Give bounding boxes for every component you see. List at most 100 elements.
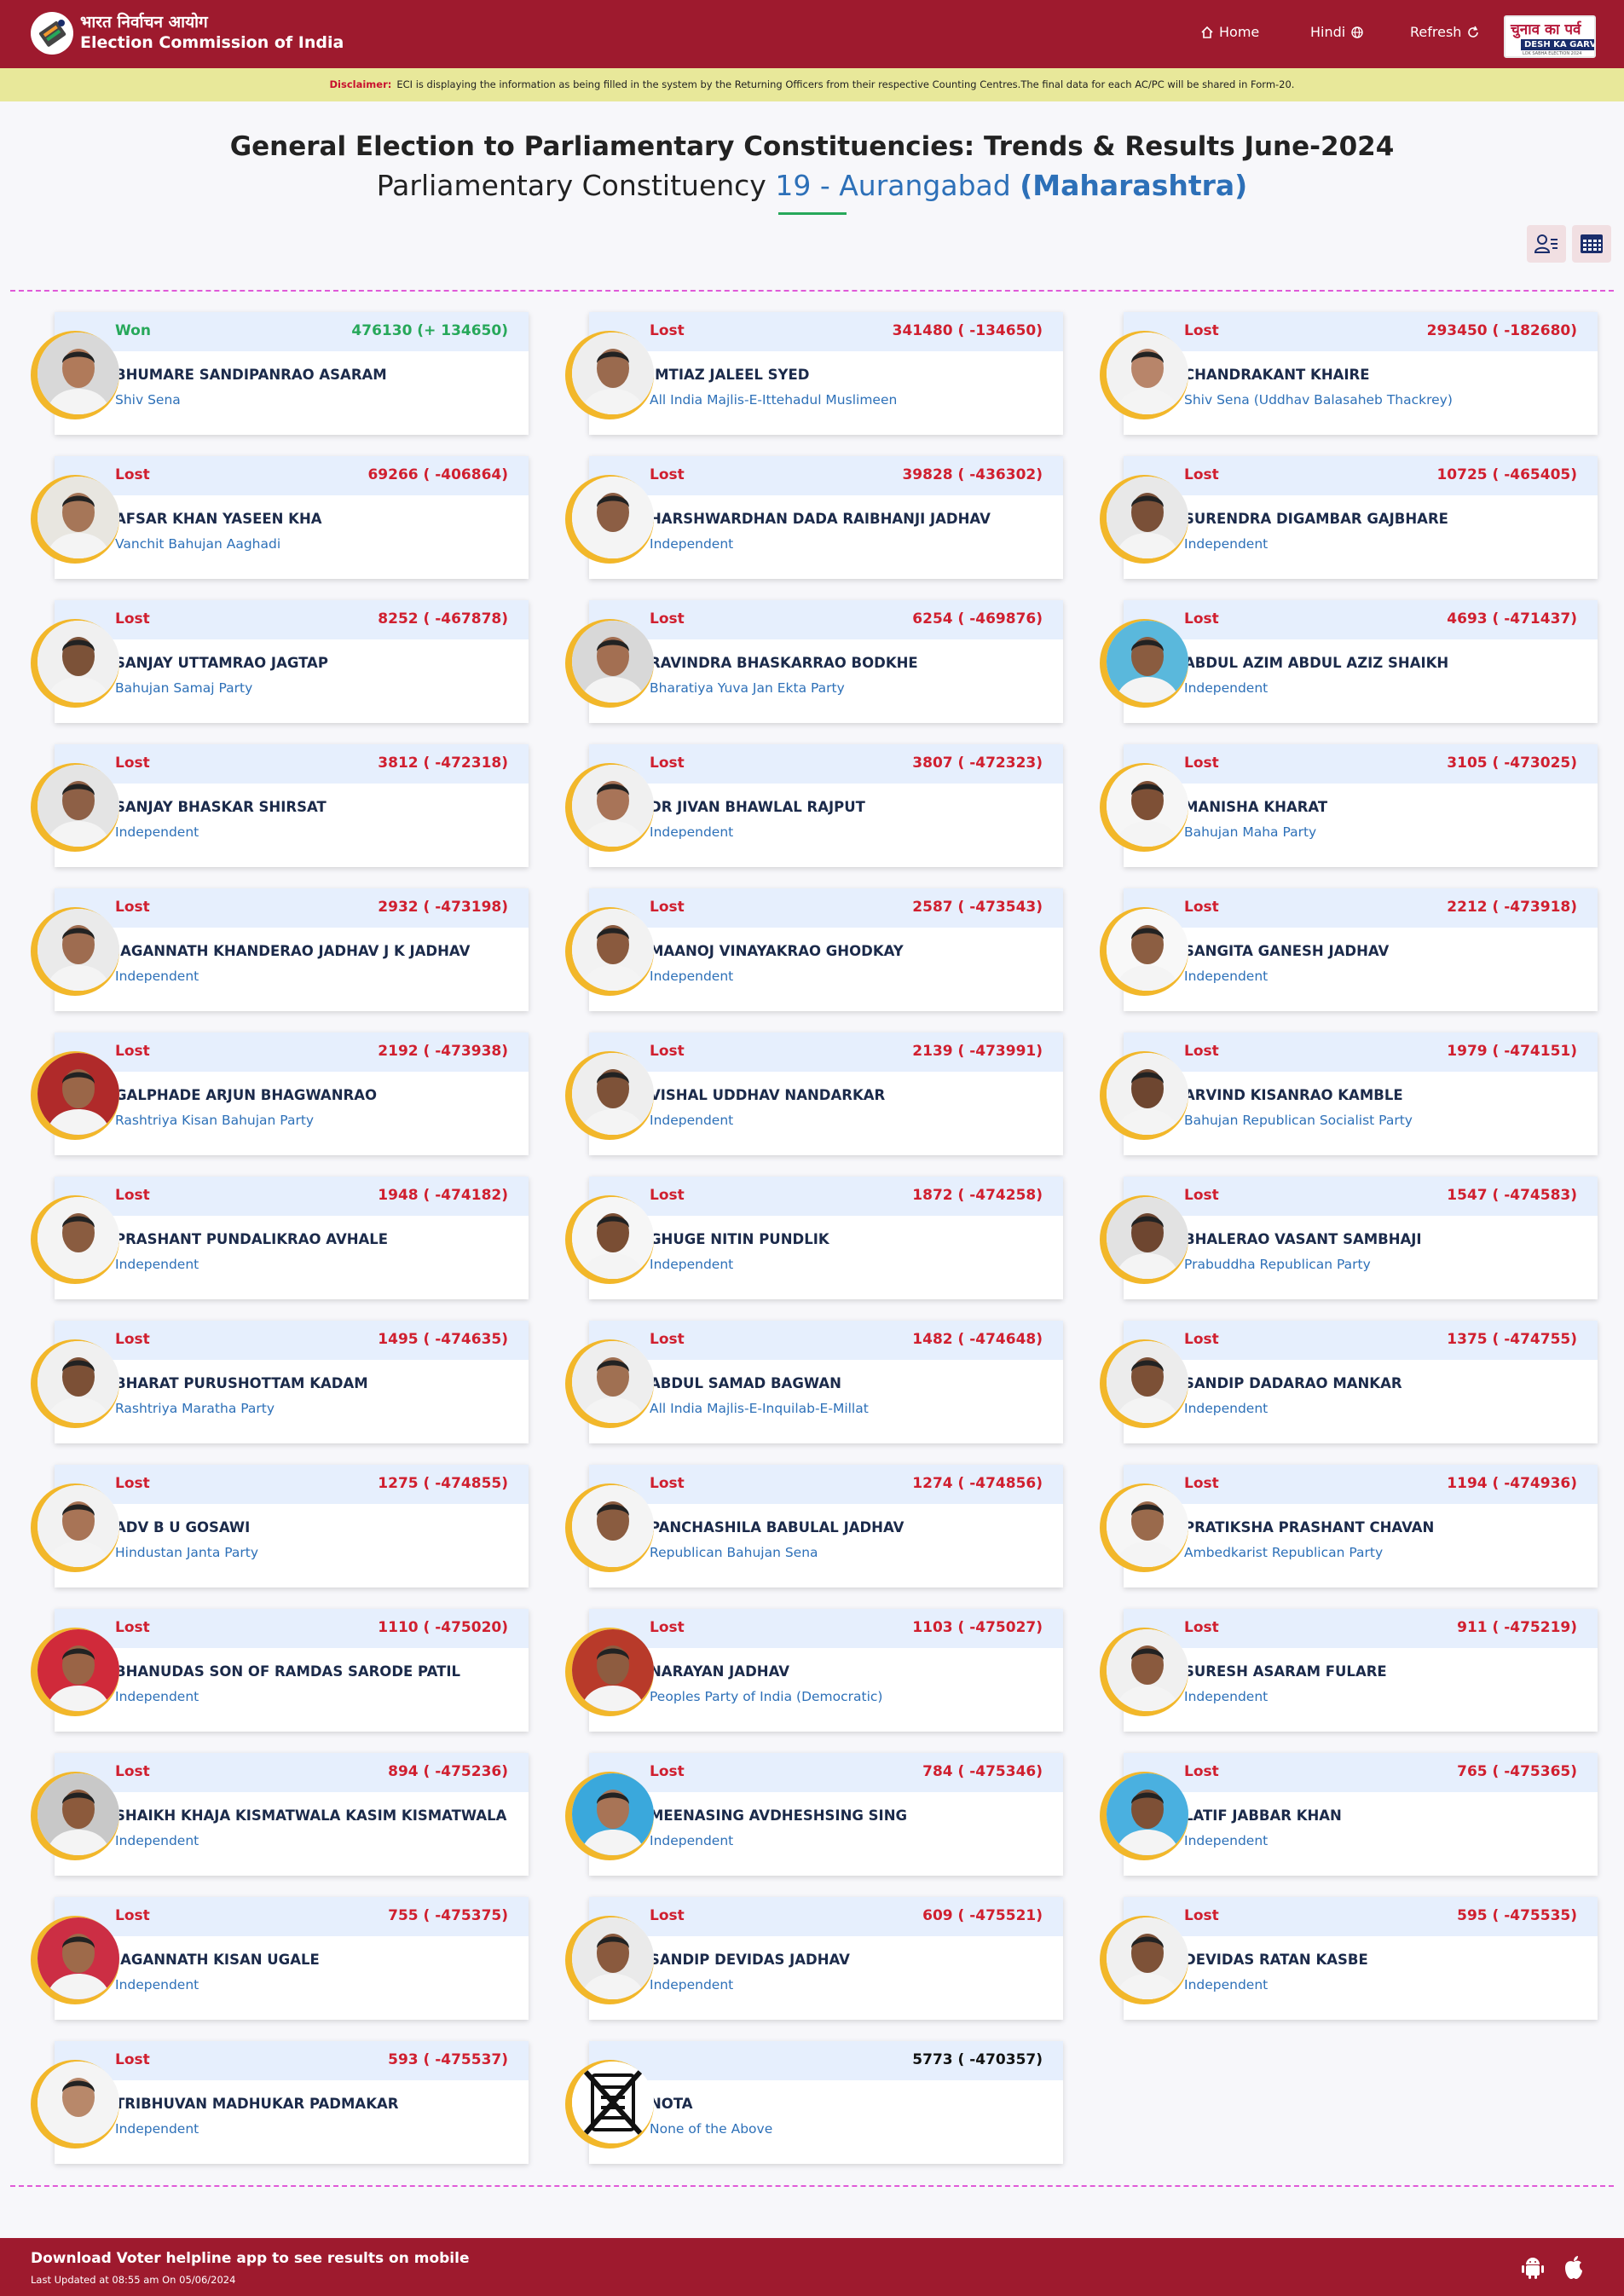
divider (10, 2185, 1614, 2187)
candidate-photo (38, 621, 119, 703)
candidate-photo (1107, 909, 1188, 991)
android-icon[interactable] (1519, 2253, 1546, 2281)
candidate-card[interactable]: Lost 3807 ( -472323) DR JIVAN BHAWLAL RAJP… (550, 744, 1068, 867)
candidate-card[interactable]: Lost 1103 ( -475027) NARAYAN JADHAV Peoples… (550, 1609, 1068, 1732)
party-name: Independent (1184, 1977, 1269, 1992)
candidate-photo (38, 1053, 119, 1135)
candidate-card[interactable]: Won 476130 (+ 134650) BHUMARE SANDIPANRAO … (15, 312, 534, 435)
candidate-view-button[interactable] (1527, 225, 1566, 263)
divider (10, 290, 1614, 292)
footer: Download Voter helpline app to see resul… (0, 2238, 1624, 2296)
candidate-card-body: Lost 3105 ( -473025) MANISHA KHARAT Bahujan… (1124, 744, 1598, 867)
nav-hindi-label: Hindi (1310, 24, 1346, 40)
candidate-card[interactable]: Lost 39828 ( -436302) HARSHWARDHAN DADA RA… (550, 456, 1068, 579)
candidate-card[interactable]: Lost 1872 ( -474258) GHUGE NITIN PUNDLIK In… (550, 1177, 1068, 1299)
campaign-hindi: चुनाव का पर्व (1511, 21, 1581, 38)
candidate-card[interactable]: Lost 1274 ( -474856) PANCHASHILA BABULAL J… (550, 1465, 1068, 1588)
candidate-name: VISHAL UDDHAV NANDARKAR (650, 1087, 886, 1103)
brand-title[interactable]: भारत निर्वाचन आयोग Election Commission o… (80, 12, 344, 53)
candidate-card[interactable]: Lost 341480 ( -134650) IMTIAZ JALEEL SYED A… (550, 312, 1068, 435)
candidate-card-body: Lost 341480 ( -134650) IMTIAZ JALEEL SYED A… (589, 312, 1063, 435)
result-status: Lost (115, 1331, 150, 1348)
candidate-name: TRIBHUVAN MADHUKAR PADMAKAR (115, 2096, 399, 2112)
candidate-card-body: Lost 595 ( -475535) DEVIDAS RATAN KASBE Ind… (1124, 1897, 1598, 2020)
candidate-card[interactable]: Lost 765 ( -475365) LATIF JABBAR KHAN Indep… (1084, 1753, 1603, 1876)
candidate-card[interactable]: Lost 1375 ( -474755) SANDIP DADARAO MANKAR… (1084, 1321, 1603, 1443)
candidate-card[interactable]: Lost 293450 ( -182680) CHANDRAKANT KHAIRE S… (1084, 312, 1603, 435)
candidate-card[interactable]: Lost 1482 ( -474648) ABDUL SAMAD BAGWAN All… (550, 1321, 1068, 1443)
candidate-photo (1107, 477, 1188, 558)
party-name: Independent (1184, 536, 1269, 552)
desh-ka-garv-logo[interactable]: चुनाव का पर्व DESH KA GARV LOK SABHA ELE… (1504, 15, 1596, 58)
result-status: Lost (115, 755, 150, 772)
candidate-card[interactable]: Lost 2932 ( -473198) JAGANNATH KHANDERAO J… (15, 888, 534, 1011)
vote-count: 10725 ( -465405) (1436, 466, 1577, 483)
candidate-card[interactable]: Lost 911 ( -475219) SURESH ASARAM FULARE In… (1084, 1609, 1603, 1732)
vote-count: 341480 ( -134650) (892, 322, 1043, 339)
vote-count: 476130 (+ 134650) (351, 322, 508, 339)
apple-icon[interactable] (1560, 2253, 1587, 2281)
candidate-name: SANGITA GANESH JADHAV (1184, 943, 1390, 959)
candidate-photo (1107, 1197, 1188, 1279)
vote-count: 1110 ( -475020) (378, 1619, 508, 1636)
candidate-card[interactable]: Lost 6254 ( -469876) RAVINDRA BHASKARRAO B… (550, 600, 1068, 723)
eci-logo[interactable] (29, 10, 75, 56)
candidate-photo (38, 1629, 119, 1711)
candidate-card[interactable]: Lost 593 ( -475537) TRIBHUVAN MADHUKAR PAD… (15, 2041, 534, 2164)
candidate-card[interactable]: Lost 755 ( -475375) JAGANNATH KISAN UGALE I… (15, 1897, 534, 2020)
candidate-card[interactable]: Lost 8252 ( -467878) SANJAY UTTAMRAO JAGTA… (15, 600, 534, 723)
party-name: Independent (650, 536, 734, 552)
candidate-photo (572, 333, 654, 414)
result-status: Lost (650, 1043, 685, 1060)
candidate-card[interactable]: Lost 1495 ( -474635) BHARAT PURUSHOTTAM KA… (15, 1321, 534, 1443)
candidate-card[interactable]: Lost 69266 ( -406864) AFSAR KHAN YASEEN KH… (15, 456, 534, 579)
candidate-card[interactable]: Lost 2587 ( -473543) MAANOJ VINAYAKRAO GHO… (550, 888, 1068, 1011)
candidate-card[interactable]: Lost 595 ( -475535) DEVIDAS RATAN KASBE Ind… (1084, 1897, 1603, 2020)
candidate-card[interactable]: Lost 784 ( -475346) MEENASING AVDHESHSING … (550, 1753, 1068, 1876)
candidate-name: MAANOJ VINAYAKRAO GHODKAY (650, 943, 904, 959)
candidate-photo (38, 765, 119, 847)
candidate-photo (38, 2062, 119, 2143)
nav-hindi-link[interactable]: Hindi (1310, 24, 1364, 40)
candidate-photo (1107, 621, 1188, 703)
candidate-card[interactable]: Lost 1194 ( -474936) PRATIKSHA PRASHANT CH… (1084, 1465, 1603, 1588)
party-name: Rashtriya Maratha Party (115, 1401, 275, 1416)
candidate-card[interactable]: Lost 1979 ( -474151) ARVIND KISANRAO KAMBL… (1084, 1032, 1603, 1155)
candidate-card[interactable]: Lost 1275 ( -474855) ADV B U GOSAWI Hindust… (15, 1465, 534, 1588)
candidate-card[interactable]: Lost 609 ( -475521) SANDIP DEVIDAS JADHAV I… (550, 1897, 1068, 2020)
candidate-name: JAGANNATH KISAN UGALE (115, 1952, 320, 1968)
candidate-card[interactable]: Lost 3105 ( -473025) MANISHA KHARAT Bahujan… (1084, 744, 1603, 867)
candidate-card-body: Lost 2139 ( -473991) VISHAL UDDHAV NANDARK… (589, 1032, 1063, 1155)
candidate-card-body: Lost 1103 ( -475027) NARAYAN JADHAV Peoples… (589, 1609, 1063, 1732)
candidate-card[interactable]: Lost 1110 ( -475020) BHANUDAS SON OF RAMDA… (15, 1609, 534, 1732)
candidate-card[interactable]: Lost 2192 ( -473938) GALPHADE ARJUN BHAGWA… (15, 1032, 534, 1155)
candidate-card[interactable]: Lost 2139 ( -473991) VISHAL UDDHAV NANDARK… (550, 1032, 1068, 1155)
candidate-card[interactable]: 5773 ( -470357) NOTA None of the Above (550, 2041, 1068, 2164)
subtitle-prefix: Parliamentary Constituency (376, 169, 766, 202)
table-view-button[interactable] (1572, 225, 1611, 263)
refresh-icon (1468, 26, 1479, 38)
result-status: Lost (650, 1475, 685, 1492)
result-status: Lost (115, 1619, 150, 1636)
result-status: Lost (650, 610, 685, 627)
candidate-name: PRATIKSHA PRASHANT CHAVAN (1184, 1519, 1435, 1535)
candidate-card[interactable]: Lost 894 ( -475236) SHAIKH KHAJA KISMATWAL… (15, 1753, 534, 1876)
candidate-photo (572, 1341, 654, 1423)
nav-refresh-button[interactable]: Refresh (1410, 24, 1480, 40)
candidate-name: GALPHADE ARJUN BHAGWANRAO (115, 1087, 378, 1103)
candidate-card-body: Lost 39828 ( -436302) HARSHWARDHAN DADA RA… (589, 456, 1063, 579)
candidate-name: PRASHANT PUNDALIKRAO AVHALE (115, 1231, 389, 1247)
candidate-name: PANCHASHILA BABULAL JADHAV (650, 1519, 904, 1535)
candidate-card[interactable]: Lost 1948 ( -474182) PRASHANT PUNDALIKRAO … (15, 1177, 534, 1299)
candidate-photo (1107, 333, 1188, 414)
candidate-card[interactable]: Lost 4693 ( -471437) ABDUL AZIM ABDUL AZIZ… (1084, 600, 1603, 723)
candidate-card[interactable]: Lost 1547 ( -474583) BHALERAO VASANT SAMBH… (1084, 1177, 1603, 1299)
candidate-card[interactable]: Lost 3812 ( -472318) SANJAY BHASKAR SHIRSA… (15, 744, 534, 867)
candidate-card[interactable]: Lost 2212 ( -473918) SANGITA GANESH JADHAV… (1084, 888, 1603, 1011)
vote-count: 1547 ( -474583) (1447, 1187, 1577, 1204)
campaign-english: DESH KA GARV (1521, 39, 1594, 50)
title-underline (778, 212, 847, 215)
vote-count: 609 ( -475521) (922, 1907, 1043, 1924)
candidate-card[interactable]: Lost 10725 ( -465405) SURENDRA DIGAMBAR GA… (1084, 456, 1603, 579)
nav-home-link[interactable]: Home (1200, 24, 1259, 40)
